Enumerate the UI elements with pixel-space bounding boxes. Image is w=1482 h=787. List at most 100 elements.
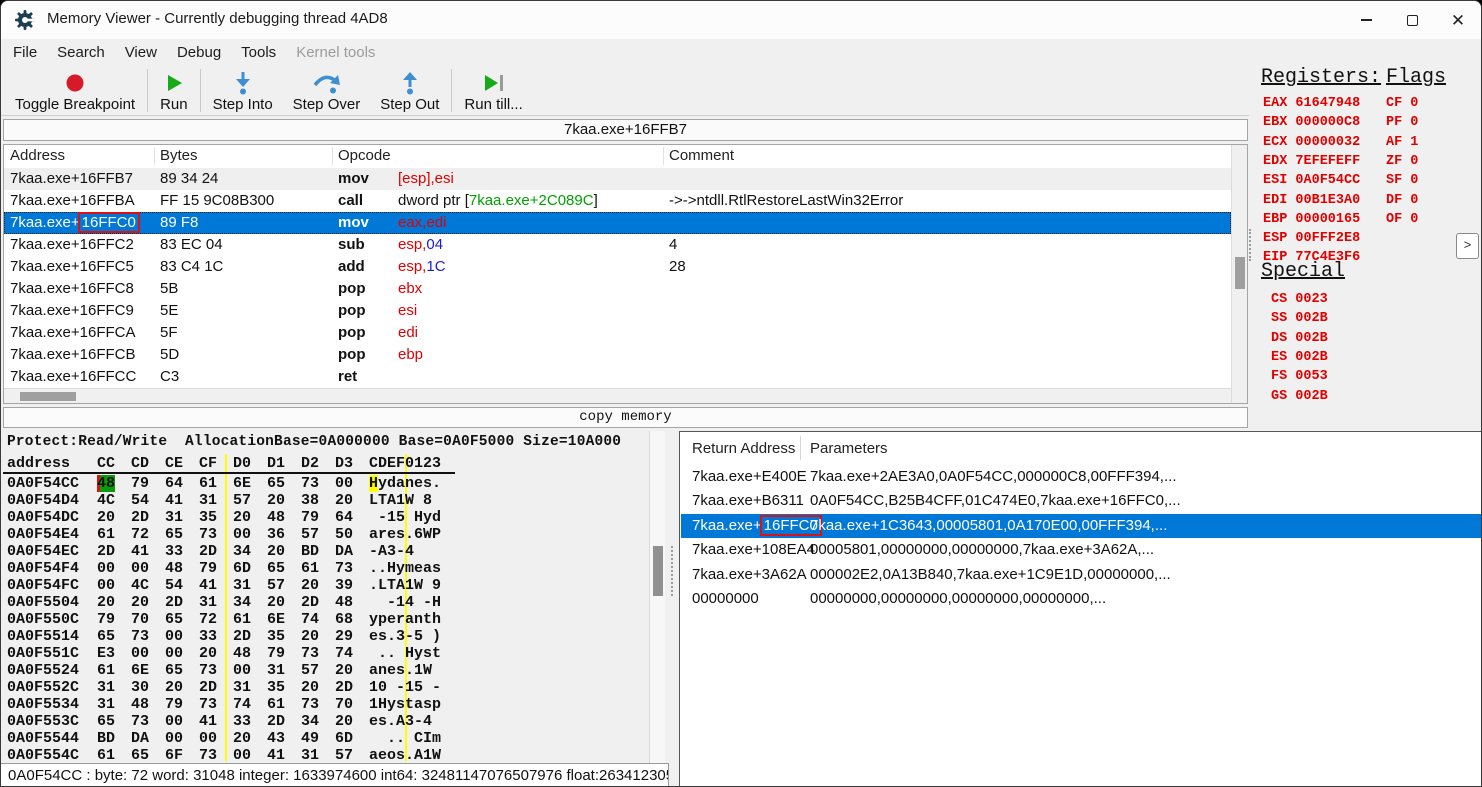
hex-byte[interactable]: 41: [199, 577, 217, 594]
disassembly-row[interactable]: 7kaa.exe+16FFC089 F8moveax,edi: [4, 212, 1231, 234]
hex-byte[interactable]: 61: [97, 747, 115, 763]
close-button[interactable]: ✕: [1435, 1, 1481, 39]
hex-row[interactable]: 0A0F5514657300332D352029es.3-5 ): [1, 628, 647, 645]
hex-row[interactable]: 0A0F550C79706572616E7468yperanth: [1, 611, 647, 628]
hex-byte[interactable]: 73: [301, 696, 319, 713]
hex-byte[interactable]: 74: [233, 696, 251, 713]
menu-item-tools[interactable]: Tools: [231, 40, 286, 65]
hex-byte[interactable]: 73: [335, 560, 353, 577]
segment-register-row[interactable]: ES 002B: [1271, 350, 1328, 365]
stack-row[interactable]: 7kaa.exe+108EA400005801,00000000,0000000…: [681, 538, 1481, 562]
disassembly-row[interactable]: 7kaa.exe+16FFB789 34 24mov[esp],esi: [4, 168, 1231, 190]
hex-byte[interactable]: 70: [131, 611, 149, 628]
hex-byte[interactable]: 20: [165, 679, 183, 696]
hex-byte[interactable]: 33: [165, 543, 183, 560]
stack-row[interactable]: 7kaa.exe+3A62A000002E2,0A13B840,7kaa.exe…: [681, 563, 1481, 587]
hex-byte[interactable]: 6E: [131, 662, 149, 679]
hex-byte[interactable]: 20: [301, 577, 319, 594]
hex-byte[interactable]: 20: [301, 679, 319, 696]
minimize-button[interactable]: [1343, 1, 1389, 39]
hex-byte[interactable]: 73: [199, 662, 217, 679]
hex-byte[interactable]: 65: [165, 662, 183, 679]
hex-byte[interactable]: 73: [131, 713, 149, 730]
hex-byte[interactable]: 34: [233, 543, 251, 560]
hex-row[interactable]: 0A0F54EC2D41332D3420BDDA-A3-4: [1, 543, 647, 560]
hex-byte[interactable]: 72: [199, 611, 217, 628]
hex-byte[interactable]: 73: [131, 628, 149, 645]
hex-vertical-scrollbar[interactable]: [649, 431, 665, 763]
hex-byte[interactable]: 31: [267, 662, 285, 679]
hex-byte[interactable]: 34: [301, 713, 319, 730]
hex-row[interactable]: 0A0F554C61656F7300413157aeos.A1W: [1, 747, 647, 763]
hex-byte[interactable]: 00: [97, 560, 115, 577]
hex-byte[interactable]: 65: [165, 526, 183, 543]
hex-byte[interactable]: 57: [267, 577, 285, 594]
hex-byte[interactable]: 61: [97, 662, 115, 679]
hex-byte[interactable]: 64: [165, 475, 183, 492]
hex-byte[interactable]: 6E: [233, 475, 251, 492]
hex-row[interactable]: 0A0F54E46172657300365750ares.6WP: [1, 526, 647, 543]
hex-byte[interactable]: 34: [233, 594, 251, 611]
hex-byte[interactable]: DA: [131, 730, 149, 747]
register-row[interactable]: ECX 00000032: [1263, 135, 1360, 150]
hex-byte[interactable]: 6D: [335, 730, 353, 747]
hex-byte[interactable]: 31: [301, 747, 319, 763]
hex-byte[interactable]: 31: [199, 492, 217, 509]
disassembly-row[interactable]: 7kaa.exe+16FFC95Epopesi: [4, 300, 1231, 322]
hex-byte[interactable]: 20: [301, 628, 319, 645]
hex-byte[interactable]: 48: [335, 594, 353, 611]
hex-byte[interactable]: 2D: [97, 543, 115, 560]
hex-byte[interactable]: 6D: [233, 560, 251, 577]
disassembler-horizontal-scrollbar[interactable]: [4, 388, 1231, 403]
scrollbar-thumb[interactable]: [1235, 257, 1245, 289]
segment-register-row[interactable]: CS 0023: [1271, 292, 1328, 307]
hex-byte[interactable]: 20: [335, 713, 353, 730]
step-out-button[interactable]: Step Out: [370, 66, 449, 115]
hex-byte[interactable]: 33: [233, 713, 251, 730]
hex-byte[interactable]: 2D: [301, 594, 319, 611]
hex-byte[interactable]: 20: [199, 645, 217, 662]
hex-byte[interactable]: 41: [267, 747, 285, 763]
hex-byte[interactable]: 6F: [165, 747, 183, 763]
hex-row[interactable]: 0A0F552C3130202D3135202D10 -15 -: [1, 679, 647, 696]
segment-register-row[interactable]: DS 002B: [1271, 331, 1328, 346]
hex-byte[interactable]: 48: [233, 645, 251, 662]
flag-row[interactable]: ZF 0: [1386, 154, 1418, 169]
hex-byte[interactable]: 2D: [199, 543, 217, 560]
hex-byte[interactable]: 20: [97, 594, 115, 611]
hex-byte[interactable]: 20: [335, 662, 353, 679]
hex-byte[interactable]: 70: [335, 696, 353, 713]
menu-item-debug[interactable]: Debug: [167, 40, 231, 65]
hex-byte[interactable]: 2D: [335, 679, 353, 696]
hex-byte[interactable]: 41: [165, 492, 183, 509]
disassembly-row[interactable]: 7kaa.exe+16FFC283 EC 04subesp,044: [4, 234, 1231, 256]
panel-splitter[interactable]: [1249, 229, 1251, 261]
hex-byte[interactable]: 31: [97, 679, 115, 696]
hex-byte[interactable]: 79: [165, 696, 183, 713]
hex-row[interactable]: 0A0F54CC487964616E657300Hydanes.: [1, 475, 647, 492]
hex-byte[interactable]: 72: [131, 526, 149, 543]
hex-byte[interactable]: 65: [131, 747, 149, 763]
stack-row[interactable]: 7kaa.exe+B63110A0F54CC,B25B4CFF,01C474E0…: [681, 489, 1481, 513]
hex-byte[interactable]: 61: [301, 560, 319, 577]
hex-byte[interactable]: 36: [267, 526, 285, 543]
hex-byte[interactable]: 73: [301, 475, 319, 492]
disassembly-row[interactable]: 7kaa.exe+16FFC85Bpopebx: [4, 278, 1231, 300]
register-row[interactable]: EAX 61647948: [1263, 96, 1360, 111]
hex-byte[interactable]: 31: [97, 696, 115, 713]
hex-byte[interactable]: 61: [267, 696, 285, 713]
disassembly-row[interactable]: 7kaa.exe+16FFBAFF 15 9C08B300calldword p…: [4, 190, 1231, 212]
hex-row[interactable]: 0A0F54FC004C544131572039.LTA1W 9: [1, 577, 647, 594]
hex-byte[interactable]: 00: [165, 713, 183, 730]
hex-byte[interactable]: 39: [335, 577, 353, 594]
scrollbar-thumb[interactable]: [653, 546, 663, 596]
hex-byte[interactable]: 35: [267, 628, 285, 645]
register-row[interactable]: EBX 000000C8: [1263, 115, 1360, 130]
hex-byte[interactable]: 74: [335, 645, 353, 662]
hex-byte[interactable]: 48: [165, 560, 183, 577]
hex-row[interactable]: 0A0F5524616E657300315720anes.1W: [1, 662, 647, 679]
segment-register-row[interactable]: SS 002B: [1271, 311, 1328, 326]
hex-byte[interactable]: 41: [199, 713, 217, 730]
hex-byte[interactable]: 00: [165, 628, 183, 645]
hex-byte[interactable]: 68: [335, 611, 353, 628]
